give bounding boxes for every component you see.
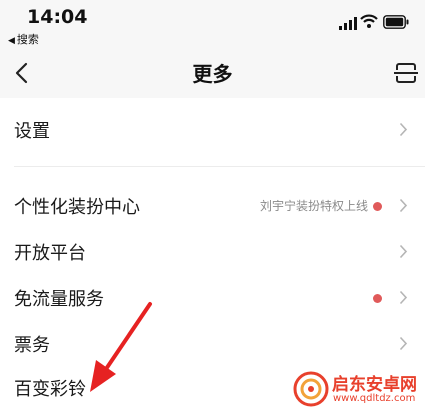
open-platform-row[interactable]: 开放平台	[0, 228, 425, 274]
row-label: 百变彩铃	[14, 379, 86, 400]
personalization-center-row[interactable]: 个性化装扮中心 刘宇宁装扮特权上线	[0, 182, 425, 228]
back-triangle-icon: ◀	[8, 36, 15, 46]
watermark-url: www.qdltdz.com	[333, 393, 416, 404]
page-title: 更多	[192, 62, 233, 86]
notification-dot	[373, 202, 382, 211]
scan-icon[interactable]	[393, 60, 419, 86]
free-data-service-row[interactable]: 免流量服务	[0, 274, 425, 320]
battery-icon	[383, 15, 409, 29]
row-label: 开放平台	[14, 243, 86, 264]
row-label: 票务	[14, 335, 50, 356]
settings-row[interactable]: 设置	[0, 106, 425, 152]
chevron-right-icon	[399, 244, 408, 259]
status-bar: 14:04 ◀ 搜索	[0, 0, 425, 48]
wifi-icon	[360, 14, 378, 28]
chevron-right-icon	[399, 198, 408, 213]
row-label: 个性化装扮中心	[14, 197, 140, 218]
notification-dot	[373, 294, 382, 303]
status-time: 14:04	[27, 6, 88, 28]
watermark-name: 启东安卓网	[332, 375, 417, 395]
row-subtitle: 刘宇宁装扮特权上线	[259, 199, 368, 213]
chevron-right-icon	[399, 122, 408, 137]
divider	[14, 166, 425, 167]
watermark: 启东安卓网 www.qdltdz.com	[292, 370, 425, 412]
back-app-label: 搜索	[16, 33, 39, 46]
chevron-right-icon	[399, 336, 408, 351]
annotation-arrow-icon	[90, 302, 152, 392]
navigation-bar: 更多	[0, 48, 425, 98]
back-to-app-link[interactable]: ◀ 搜索	[8, 31, 39, 47]
row-label: 设置	[14, 121, 50, 142]
ticketing-row[interactable]: 票务	[0, 320, 425, 366]
watermark-logo-icon	[293, 371, 329, 407]
cellular-signal-icon	[339, 17, 357, 30]
chevron-right-icon	[399, 290, 408, 305]
